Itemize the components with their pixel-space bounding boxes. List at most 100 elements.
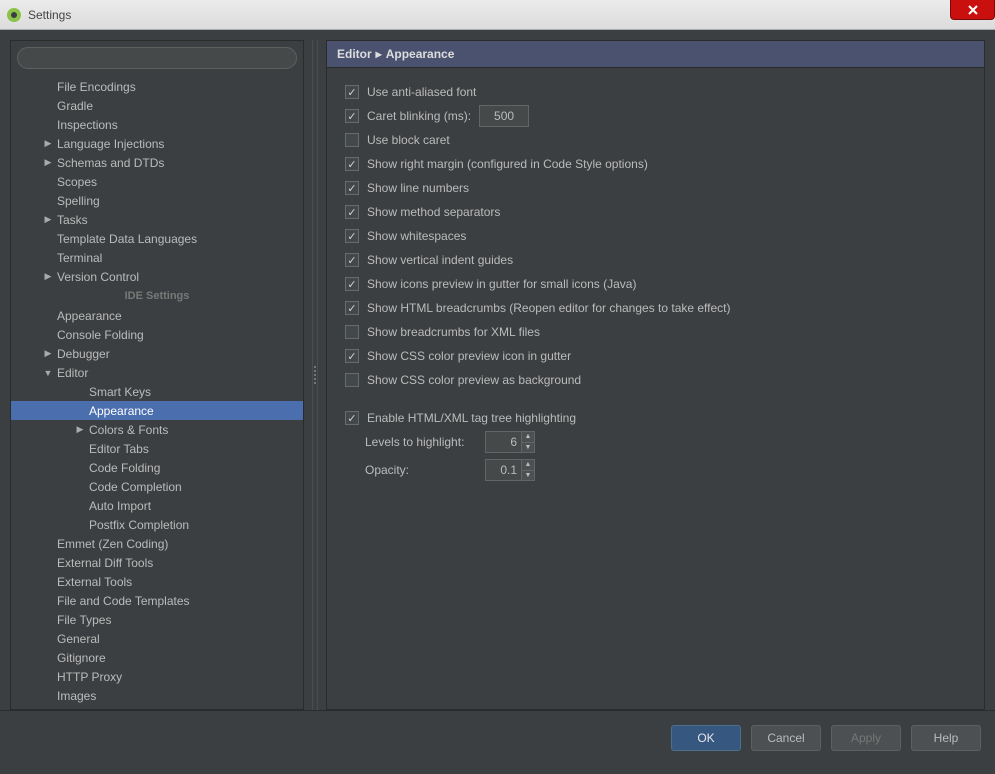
tree-item[interactable]: Smart Keys — [11, 382, 303, 401]
css-gutter-checkbox[interactable] — [345, 349, 359, 363]
tree-item-label: Debugger — [55, 347, 110, 361]
whitespaces-checkbox[interactable] — [345, 229, 359, 243]
levels-label: Levels to highlight: — [365, 435, 477, 449]
tree-item[interactable]: General — [11, 629, 303, 648]
opacity-input[interactable] — [485, 459, 521, 481]
tree-item-label: Gradle — [55, 99, 93, 113]
tree-item[interactable]: Postfix Completion — [11, 515, 303, 534]
method-sep-checkbox[interactable] — [345, 205, 359, 219]
tree-item-label: Code Folding — [87, 461, 160, 475]
tree-item-label: File Types — [55, 613, 111, 627]
tree-arrow-icon: ▶ — [41, 138, 55, 149]
tree-item[interactable]: File and Code Templates — [11, 591, 303, 610]
caret-blink-label: Caret blinking (ms): — [367, 109, 471, 123]
tree-arrow-icon: ▶ — [41, 157, 55, 168]
spin-down-icon[interactable]: ▼ — [522, 471, 534, 481]
tree-item[interactable]: ▶Schemas and DTDs — [11, 153, 303, 172]
tree-item[interactable]: Code Folding — [11, 458, 303, 477]
opacity-spinner[interactable]: ▲▼ — [485, 459, 535, 481]
tree-item[interactable]: HTTP Proxy — [11, 667, 303, 686]
ok-button[interactable]: OK — [671, 725, 741, 751]
tree-arrow-icon: ▶ — [41, 271, 55, 282]
tree-item[interactable]: Scopes — [11, 172, 303, 191]
xml-bread-label: Show breadcrumbs for XML files — [367, 325, 540, 339]
search-input[interactable] — [17, 47, 297, 69]
tree-item[interactable]: Appearance — [11, 401, 303, 420]
tree-item[interactable]: Inspections — [11, 115, 303, 134]
spin-up-icon[interactable]: ▲ — [522, 432, 534, 443]
tree-item[interactable]: Intentions — [11, 705, 303, 709]
spin-up-icon[interactable]: ▲ — [522, 460, 534, 471]
css-bg-checkbox[interactable] — [345, 373, 359, 387]
tree-item-label: Appearance — [55, 309, 122, 323]
breadcrumb-leaf: Appearance — [386, 47, 455, 61]
levels-input[interactable] — [485, 431, 521, 453]
tree-item-label: Schemas and DTDs — [55, 156, 164, 170]
tree-item[interactable]: Gradle — [11, 96, 303, 115]
tree-item[interactable]: External Diff Tools — [11, 553, 303, 572]
tree-item[interactable]: File Encodings — [11, 77, 303, 96]
vert-indent-label: Show vertical indent guides — [367, 253, 513, 267]
tree-item[interactable]: ▶Language Injections — [11, 134, 303, 153]
tree-item[interactable]: Emmet (Zen Coding) — [11, 534, 303, 553]
tree-item[interactable]: External Tools — [11, 572, 303, 591]
caret-blink-input[interactable] — [479, 105, 529, 127]
method-sep-label: Show method separators — [367, 205, 500, 219]
block-caret-checkbox[interactable] — [345, 133, 359, 147]
vert-indent-checkbox[interactable] — [345, 253, 359, 267]
tree-item[interactable]: Console Folding — [11, 325, 303, 344]
anti-aliased-label: Use anti-aliased font — [367, 85, 476, 99]
html-bread-label: Show HTML breadcrumbs (Reopen editor for… — [367, 301, 731, 315]
titlebar: Settings — [0, 0, 995, 30]
tree-item-label: Emmet (Zen Coding) — [55, 537, 168, 551]
tree-item[interactable]: Terminal — [11, 248, 303, 267]
tree-item[interactable]: Code Completion — [11, 477, 303, 496]
tree-item[interactable]: ▼Editor — [11, 363, 303, 382]
splitter[interactable] — [312, 40, 318, 710]
tree-item[interactable]: ▶Colors & Fonts — [11, 420, 303, 439]
tree-item[interactable]: File Types — [11, 610, 303, 629]
icons-gutter-checkbox[interactable] — [345, 277, 359, 291]
tree-item[interactable]: ▶Tasks — [11, 210, 303, 229]
tree-item-label: Images — [55, 689, 96, 703]
tree-item[interactable]: Spelling — [11, 191, 303, 210]
breadcrumb-root: Editor — [337, 47, 372, 61]
tree-item[interactable]: ▶Debugger — [11, 344, 303, 363]
tree-item-label: Postfix Completion — [87, 518, 189, 532]
tree-item-label: HTTP Proxy — [55, 670, 122, 684]
right-margin-checkbox[interactable] — [345, 157, 359, 171]
tree-item-label: Spelling — [55, 194, 100, 208]
cancel-button[interactable]: Cancel — [751, 725, 821, 751]
tree-item[interactable]: Gitignore — [11, 648, 303, 667]
close-button[interactable] — [950, 0, 995, 20]
tree-item-label: Terminal — [55, 251, 102, 265]
tree-item[interactable]: ▶Version Control — [11, 267, 303, 286]
tree-item-label: Console Folding — [55, 328, 144, 342]
spin-down-icon[interactable]: ▼ — [522, 443, 534, 453]
whitespaces-label: Show whitespaces — [367, 229, 466, 243]
block-caret-label: Use block caret — [367, 133, 450, 147]
tree-item[interactable]: Template Data Languages — [11, 229, 303, 248]
html-bread-checkbox[interactable] — [345, 301, 359, 315]
tree-item[interactable]: Appearance — [11, 306, 303, 325]
apply-button[interactable]: Apply — [831, 725, 901, 751]
line-numbers-checkbox[interactable] — [345, 181, 359, 195]
right-margin-label: Show right margin (configured in Code St… — [367, 157, 648, 171]
section-header: IDE Settings — [11, 286, 303, 306]
tree-item-label: Version Control — [55, 270, 139, 284]
tree-item[interactable]: Auto Import — [11, 496, 303, 515]
tag-tree-checkbox[interactable] — [345, 411, 359, 425]
caret-blink-checkbox[interactable] — [345, 109, 359, 123]
tree-item[interactable]: Editor Tabs — [11, 439, 303, 458]
anti-aliased-checkbox[interactable] — [345, 85, 359, 99]
tree-item-label: External Diff Tools — [55, 556, 153, 570]
xml-bread-checkbox[interactable] — [345, 325, 359, 339]
help-button[interactable]: Help — [911, 725, 981, 751]
levels-spinner[interactable]: ▲▼ — [485, 431, 535, 453]
tree-item[interactable]: Images — [11, 686, 303, 705]
app-icon — [6, 7, 22, 23]
window-title: Settings — [28, 8, 71, 22]
tree-item-label: External Tools — [55, 575, 132, 589]
settings-tree[interactable]: File Encodings Gradle Inspections▶Language… — [11, 75, 303, 709]
css-gutter-label: Show CSS color preview icon in gutter — [367, 349, 571, 363]
